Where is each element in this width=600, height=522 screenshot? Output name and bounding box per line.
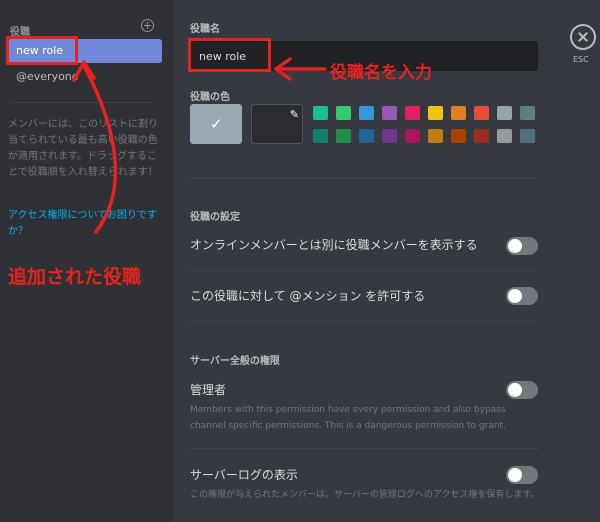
admin-permission-description: Members with this permission have every …: [190, 405, 506, 431]
divider: [188, 321, 538, 322]
annotation-enter-name: 役職名を入力: [330, 63, 432, 83]
color-swatch[interactable]: [497, 106, 512, 120]
hoist-toggle[interactable]: [506, 237, 538, 255]
permissions-help-link[interactable]: アクセス権限についてお困りですか？: [8, 208, 158, 240]
roles-header: 役職: [10, 19, 160, 38]
color-swatch[interactable]: [359, 106, 374, 120]
role-sidebar: 役職 new role @everyone メンバーには、このリストに割り当てら…: [0, 0, 174, 522]
audit-log-permission-description: この権限が与えられたメンバーは、サーバーの管理ログへのアクセス権を保有します。: [190, 490, 540, 500]
role-color-label: 役職の色: [190, 92, 230, 103]
color-swatch[interactable]: [336, 106, 351, 120]
admin-permission-label: 管理者: [190, 383, 227, 397]
custom-color-button[interactable]: ✎: [251, 104, 303, 144]
close-icon[interactable]: [570, 24, 596, 50]
mention-setting-label: この役職に対して @メンション を許可する: [190, 289, 426, 303]
eyedropper-icon: ✎: [289, 108, 299, 121]
highlight-box-role: [6, 36, 78, 65]
color-swatch[interactable]: [382, 129, 397, 143]
sidebar-divider: [10, 102, 152, 103]
color-swatch[interactable]: [359, 129, 374, 143]
highlight-box-name: [188, 38, 271, 72]
color-swatch[interactable]: [520, 106, 535, 120]
color-swatch[interactable]: [405, 129, 420, 143]
role-order-description: メンバーには、このリストに割り当てられている最も高い役職の色が適用されます。ドラ…: [8, 119, 158, 178]
divider: [188, 270, 538, 271]
admin-toggle[interactable]: [506, 381, 538, 399]
annotation-added-role: 追加された役職: [8, 266, 142, 288]
color-swatch[interactable]: [497, 129, 512, 143]
color-swatch[interactable]: [382, 106, 397, 120]
esc-label: ESC: [573, 55, 589, 64]
color-swatch[interactable]: [474, 129, 489, 143]
role-item-everyone[interactable]: @everyone: [16, 70, 79, 83]
color-swatch[interactable]: [313, 106, 328, 120]
divider: [188, 448, 538, 449]
mention-toggle[interactable]: [506, 287, 538, 305]
toggle-knob: [508, 468, 522, 482]
toggle-knob: [508, 289, 522, 303]
color-swatch[interactable]: [428, 106, 443, 120]
color-swatch[interactable]: [451, 129, 466, 143]
color-swatch[interactable]: [336, 129, 351, 143]
hoist-setting-label: オンラインメンバーとは別に役職メンバーを表示する: [190, 238, 478, 252]
toggle-knob: [508, 239, 522, 253]
toggle-knob: [508, 383, 522, 397]
default-color-button[interactable]: ✓: [190, 104, 242, 144]
audit-log-toggle[interactable]: [506, 466, 538, 484]
role-settings-title: 役職の設定: [190, 212, 240, 223]
color-swatch[interactable]: [520, 129, 535, 143]
color-swatch[interactable]: [451, 106, 466, 120]
check-icon: ✓: [210, 115, 223, 133]
server-permissions-title: サーバー全般の権限: [190, 356, 280, 367]
divider: [188, 178, 538, 179]
add-role-icon[interactable]: [141, 19, 154, 32]
color-swatch[interactable]: [313, 129, 328, 143]
color-swatch[interactable]: [428, 129, 443, 143]
audit-log-permission-label: サーバーログの表示: [190, 468, 298, 482]
role-name-label: 役職名: [190, 24, 220, 35]
color-swatch[interactable]: [405, 106, 420, 120]
color-swatch[interactable]: [474, 106, 489, 120]
